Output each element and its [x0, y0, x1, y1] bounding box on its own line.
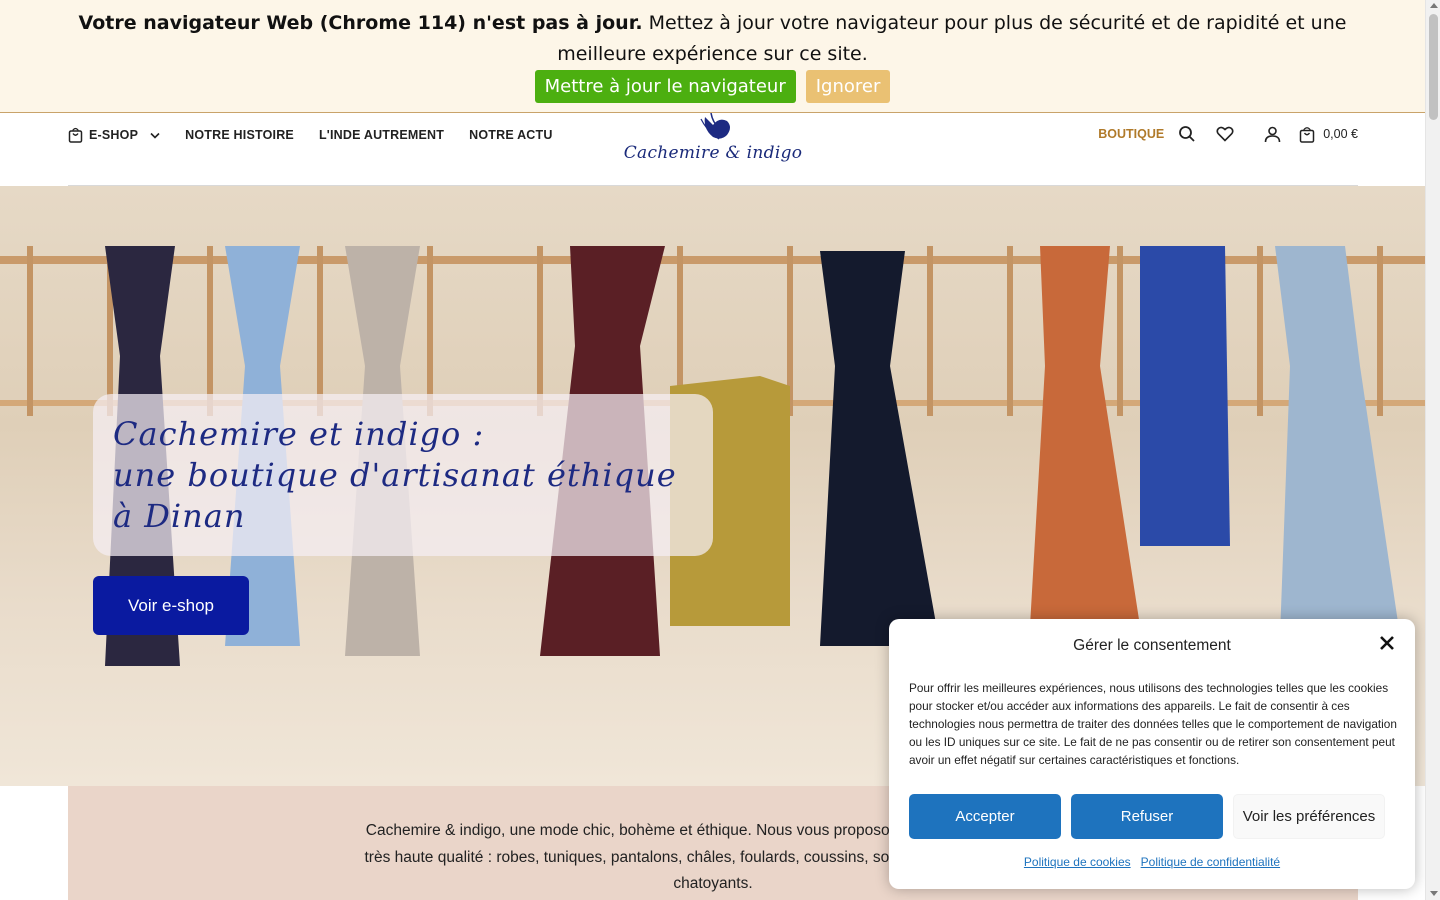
close-icon[interactable]: [1379, 635, 1395, 655]
page-scrollbar[interactable]: [1425, 0, 1440, 900]
nav-item-inde-autrement[interactable]: L'INDE AUTREMENT: [319, 128, 444, 142]
consent-title: Gérer le consentement: [1073, 637, 1231, 654]
header-divider: [68, 185, 1358, 186]
scroll-up-icon[interactable]: [1430, 3, 1438, 8]
chevron-down-icon: [150, 132, 160, 139]
cart-total: 0,00 €: [1323, 127, 1358, 141]
shopping-bag-icon: [1299, 126, 1315, 143]
scrollbar-thumb[interactable]: [1429, 14, 1438, 120]
hero-title: Cachemire et indigo : une boutique d'art…: [113, 414, 677, 537]
site-header: E-SHOP NOTRE HISTOIRE L'INDE AUTREMENT N…: [0, 113, 1425, 186]
cookie-policy-link[interactable]: Politique de cookies: [1024, 855, 1131, 869]
heart-icon[interactable]: [1216, 126, 1234, 142]
cart-button[interactable]: 0,00 €: [1299, 126, 1358, 143]
site-logo[interactable]: Cachemire & indigo: [620, 113, 806, 173]
browser-update-banner: Votre navigateur Web (Chrome 114) n'est …: [0, 0, 1425, 113]
cookie-consent-dialog: Gérer le consentement Pour offrir les me…: [889, 619, 1415, 889]
scroll-down-icon[interactable]: [1430, 891, 1438, 896]
preferences-button[interactable]: Voir les préférences: [1233, 794, 1385, 839]
leaf-logo-icon: [700, 113, 730, 140]
hero-title-line1: Cachemire et indigo :: [113, 415, 485, 453]
header-tools: BOUTIQUE 0,00 €: [1098, 125, 1358, 143]
consent-actions: Accepter Refuser Voir les préférences: [909, 794, 1385, 839]
hero-title-line2: une boutique d'artisanat éthique: [113, 456, 677, 494]
nav-item-eshop[interactable]: E-SHOP: [68, 127, 160, 143]
shopping-bag-icon: [68, 127, 83, 143]
voir-eshop-button[interactable]: Voir e-shop: [93, 576, 249, 635]
logo-text: Cachemire & indigo: [623, 143, 803, 163]
hero-title-line3: à Dinan: [113, 497, 246, 535]
boutique-link[interactable]: BOUTIQUE: [1098, 127, 1164, 141]
update-message: Votre navigateur Web (Chrome 114) n'est …: [0, 8, 1425, 70]
refuse-button[interactable]: Refuser: [1071, 794, 1223, 839]
main-nav: E-SHOP NOTRE HISTOIRE L'INDE AUTREMENT N…: [68, 127, 553, 143]
nav-item-notre-histoire[interactable]: NOTRE HISTOIRE: [185, 128, 294, 142]
accept-button[interactable]: Accepter: [909, 794, 1061, 839]
update-message-text: Mettez à jour votre navigateur pour plus…: [557, 12, 1347, 65]
consent-body: Pour offrir les meilleures expériences, …: [909, 681, 1397, 767]
ignore-button[interactable]: Ignorer: [805, 70, 891, 103]
update-browser-button[interactable]: Mettre à jour le navigateur: [534, 70, 796, 103]
search-icon[interactable]: [1178, 125, 1196, 143]
update-message-bold: Votre navigateur Web (Chrome 114) n'est …: [78, 12, 643, 34]
privacy-policy-link[interactable]: Politique de confidentialité: [1141, 855, 1280, 869]
nav-label-eshop: E-SHOP: [89, 128, 139, 142]
consent-links: Politique de cookies Politique de confid…: [889, 855, 1415, 869]
user-icon[interactable]: [1264, 126, 1281, 143]
nav-item-notre-actu[interactable]: NOTRE ACTU: [469, 128, 552, 142]
